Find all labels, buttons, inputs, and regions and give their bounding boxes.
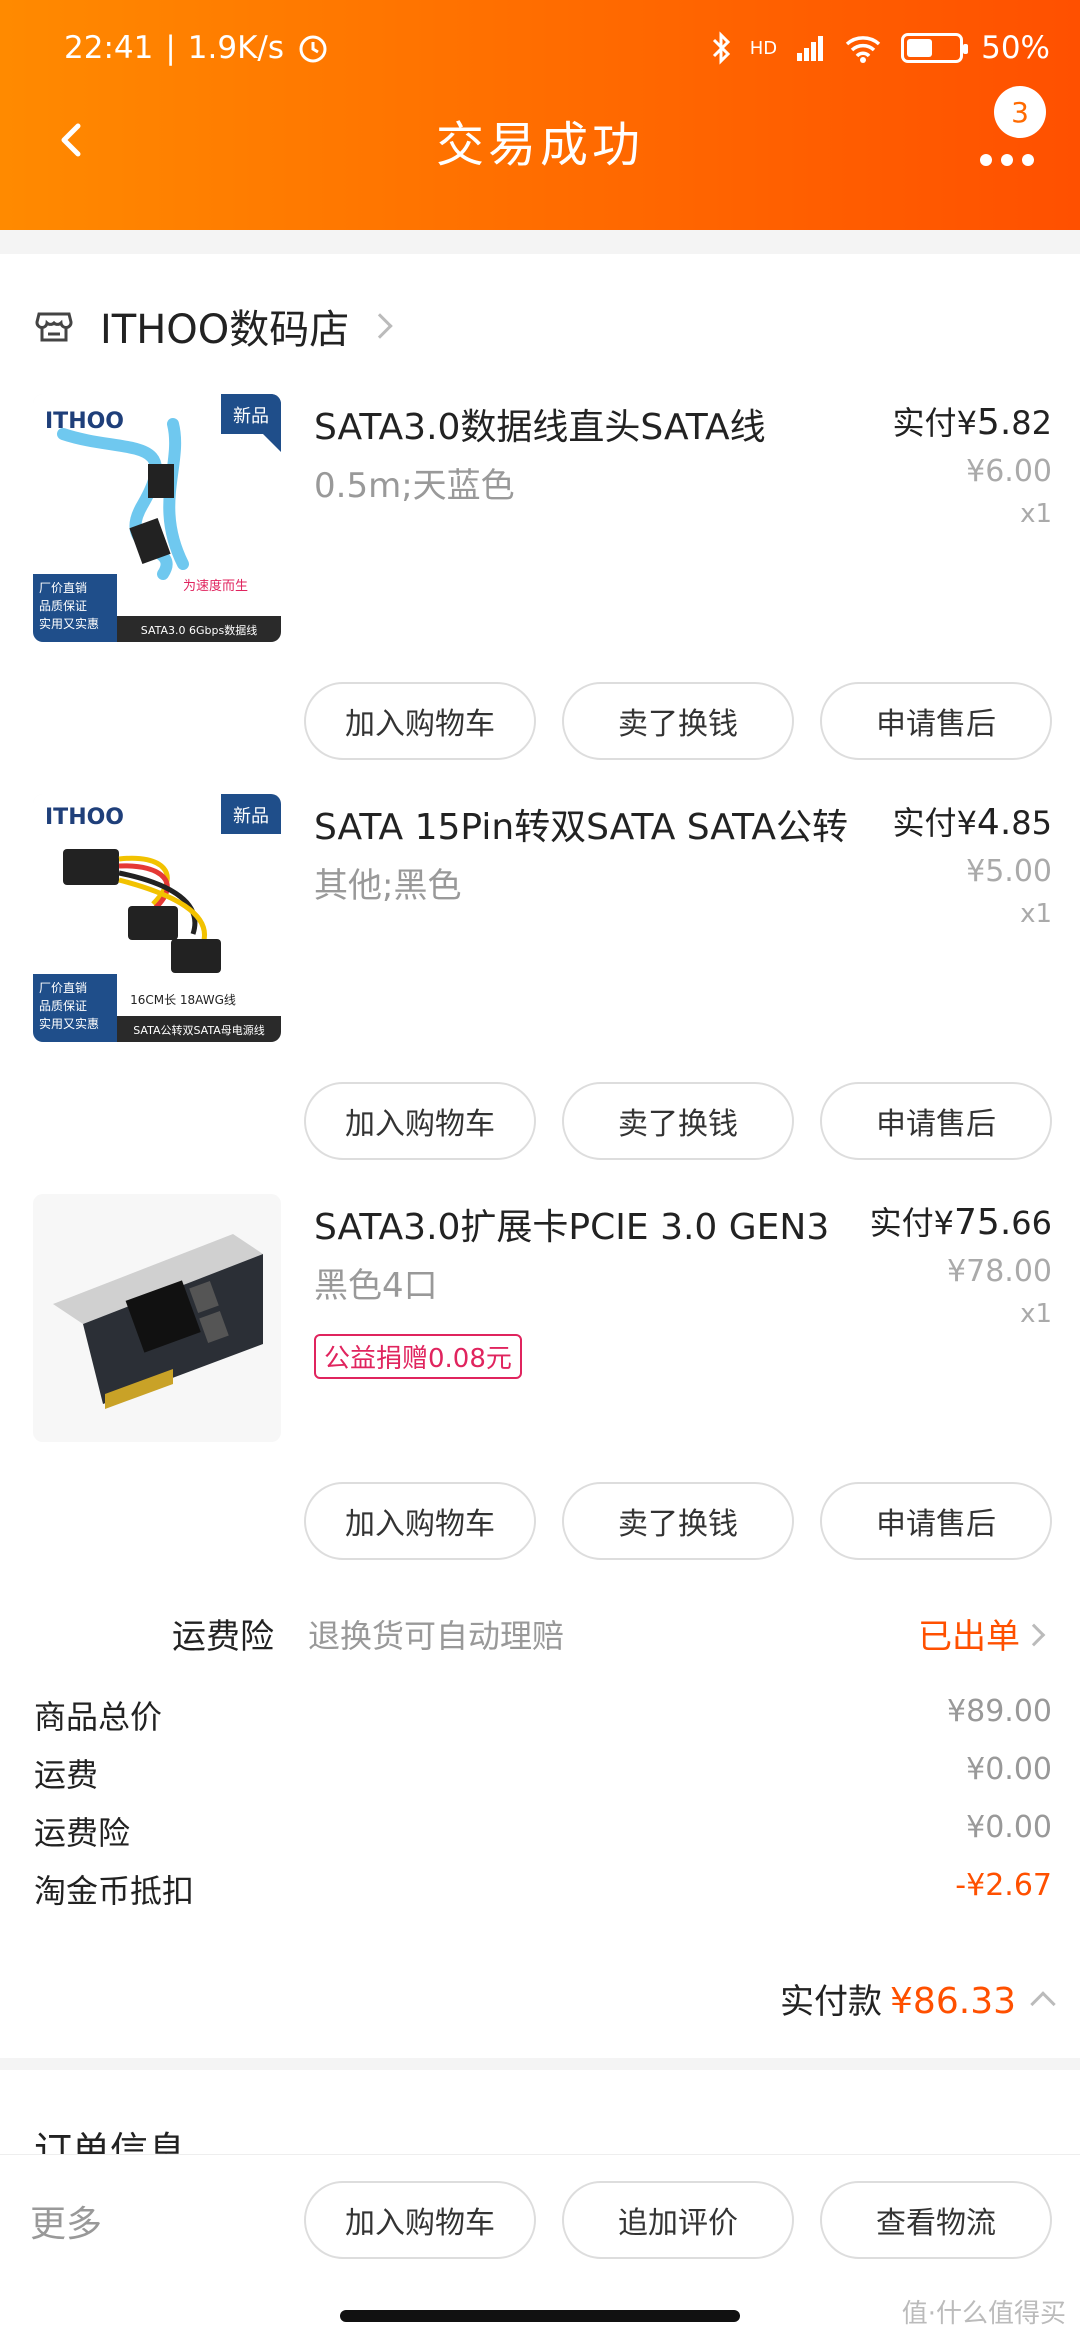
original-price: ¥6.00 xyxy=(966,454,1052,489)
insurance-status: 已出单 xyxy=(918,1617,1020,1657)
battery-fill xyxy=(907,39,933,57)
product-thumbnail-art xyxy=(33,1194,281,1442)
chevron-up-icon xyxy=(1030,1991,1056,2017)
shipping-insurance-row[interactable]: 运费险 退换货可自动理赔 已出单 xyxy=(0,1599,1080,1659)
order-item: SATA3.0扩展卡PCIE 3.0 GEN3 黑色4口 公益捐赠0.08元 实… xyxy=(0,1194,1080,1594)
product-sku: 0.5m;天蓝色 xyxy=(314,466,515,506)
product-name[interactable]: SATA 15Pin转双SATA SATA公转 xyxy=(314,798,848,850)
total-paid[interactable]: 实付款 ¥86.33 xyxy=(780,1974,1056,2023)
svg-text:ITHOO: ITHOO xyxy=(45,409,124,434)
product-sku: 其他;黑色 xyxy=(314,866,462,906)
svg-text:新品: 新品 xyxy=(233,806,269,827)
svg-text:新品: 新品 xyxy=(233,406,269,427)
shop-name: ITHOO数码店 xyxy=(100,307,350,353)
back-icon[interactable] xyxy=(44,110,104,170)
status-speed: 1.9K/s xyxy=(187,30,285,66)
after-sales-button[interactable]: 申请售后 xyxy=(820,1082,1052,1160)
svg-text:SATA公转双SATA母电源线: SATA公转双SATA母电源线 xyxy=(133,1023,265,1037)
item-actions: 加入购物车 卖了换钱 申请售后 xyxy=(304,682,1052,760)
svg-text:实用又实惠: 实用又实惠 xyxy=(39,616,99,631)
status-bar: 22:41 | 1.9K/s HD 50% xyxy=(64,30,1050,66)
more-menu-button[interactable]: 3 xyxy=(956,86,1046,180)
battery-level: 50% xyxy=(981,30,1050,66)
more-button[interactable]: 更多 xyxy=(30,2195,102,2247)
svg-text:SATA3.0 6Gbps数据线: SATA3.0 6Gbps数据线 xyxy=(141,623,257,637)
item-actions: 加入购物车 卖了换钱 申请售后 xyxy=(304,1482,1052,1560)
order-item: 新品 ITHOO 16CM长 18AWG线 厂价直销 品质保证 实用又实惠 SA… xyxy=(0,794,1080,1194)
resell-button[interactable]: 卖了换钱 xyxy=(562,1482,794,1560)
add-to-cart-button[interactable]: 加入购物车 xyxy=(304,682,536,760)
resell-button[interactable]: 卖了换钱 xyxy=(562,682,794,760)
summary-row: 商品总价 ¥89.00 xyxy=(34,1694,1052,1736)
status-time: 22:41 xyxy=(64,30,154,66)
svg-text:品质保证: 品质保证 xyxy=(39,599,87,613)
chevron-right-icon xyxy=(367,313,394,339)
nav-bar: 交易成功 3 xyxy=(0,86,1080,180)
add-to-cart-button[interactable]: 加入购物车 xyxy=(304,1082,536,1160)
summary-row: 淘金币抵扣 -¥2.67 xyxy=(34,1868,1052,1910)
product-thumbnail-art: 新品 ITHOO 为速度而生 厂价直销 品质保证 实用又实惠 SATA3.0 6… xyxy=(33,394,281,642)
svg-text:16CM长 18AWG线: 16CM长 18AWG线 xyxy=(130,993,236,1007)
summary-row: 运费 ¥0.00 xyxy=(34,1752,1052,1794)
shop-header[interactable]: ITHOO数码店 xyxy=(34,294,394,358)
product-name[interactable]: SATA3.0数据线直头SATA线 xyxy=(314,398,766,450)
after-sales-button[interactable]: 申请售后 xyxy=(820,682,1052,760)
svg-text:厂价直销: 厂价直销 xyxy=(39,981,87,995)
page-title: 交易成功 xyxy=(435,117,644,173)
home-indicator[interactable] xyxy=(340,2310,740,2322)
network-type: HD xyxy=(749,37,778,59)
product-sku: 黑色4口 xyxy=(314,1266,438,1306)
after-sales-button[interactable]: 申请售后 xyxy=(820,1482,1052,1560)
resell-button[interactable]: 卖了换钱 xyxy=(562,1082,794,1160)
item-actions: 加入购物车 卖了换钱 申请售后 xyxy=(304,1082,1052,1160)
store-icon xyxy=(35,312,73,342)
summary-row: 运费险 ¥0.00 xyxy=(34,1810,1052,1852)
order-card: ITHOO数码店 新品 ITHOO 为速度而生 厂价直销 品质保证 实用又实惠 xyxy=(0,254,1080,2058)
bluetooth-icon xyxy=(712,31,730,65)
order-item: 新品 ITHOO 为速度而生 厂价直销 品质保证 实用又实惠 SATA3.0 6… xyxy=(0,394,1080,794)
quantity: x1 xyxy=(1020,499,1052,529)
more-dots-icon xyxy=(980,154,1034,166)
alarm-icon xyxy=(299,35,327,63)
svg-text:实用又实惠: 实用又实惠 xyxy=(39,1016,99,1031)
chevron-right-icon xyxy=(1022,1623,1046,1647)
view-logistics-button[interactable]: 查看物流 xyxy=(820,2181,1052,2259)
bottom-actions: 加入购物车 追加评价 查看物流 xyxy=(304,2181,1052,2259)
quantity: x1 xyxy=(1020,899,1052,929)
svg-text:为速度而生: 为速度而生 xyxy=(183,578,248,594)
signal-icon xyxy=(797,36,824,61)
product-thumbnail-art: 新品 ITHOO 16CM长 18AWG线 厂价直销 品质保证 实用又实惠 SA… xyxy=(33,794,281,1042)
price-block: 实付¥5.82 ¥6.00 x1 xyxy=(892,402,1052,529)
watermark: 值·什么值得买 xyxy=(901,2299,1066,2329)
bottom-action-bar: 更多 加入购物车 追加评价 查看物流 值·什么值得买 xyxy=(0,2154,1080,2340)
add-to-cart-button[interactable]: 加入购物车 xyxy=(304,1482,536,1560)
battery-icon xyxy=(901,33,969,63)
add-review-button[interactable]: 追加评价 xyxy=(562,2181,794,2259)
price-block: 实付¥75.66 ¥78.00 x1 xyxy=(869,1202,1052,1329)
charity-badge: 公益捐赠0.08元 xyxy=(314,1334,522,1379)
add-to-cart-button[interactable]: 加入购物车 xyxy=(304,2181,536,2259)
wifi-icon xyxy=(845,36,881,63)
original-price: ¥5.00 xyxy=(966,854,1052,889)
notification-badge: 3 xyxy=(994,86,1046,138)
original-price: ¥78.00 xyxy=(947,1254,1052,1289)
svg-text:厂价直销: 厂价直销 xyxy=(39,581,87,595)
product-image[interactable] xyxy=(33,1194,281,1442)
price-block: 实付¥4.85 ¥5.00 x1 xyxy=(892,802,1052,929)
header: 22:41 | 1.9K/s HD 50% 交易成功 3 xyxy=(0,0,1080,230)
svg-text:ITHOO: ITHOO xyxy=(45,805,124,830)
product-name[interactable]: SATA3.0扩展卡PCIE 3.0 GEN3 xyxy=(314,1198,829,1250)
product-image[interactable]: 新品 ITHOO 16CM长 18AWG线 厂价直销 品质保证 实用又实惠 SA… xyxy=(33,794,281,1042)
svg-text:品质保证: 品质保证 xyxy=(39,999,87,1013)
product-image[interactable]: 新品 ITHOO 为速度而生 厂价直销 品质保证 实用又实惠 SATA3.0 6… xyxy=(33,394,281,642)
quantity: x1 xyxy=(1020,1299,1052,1329)
